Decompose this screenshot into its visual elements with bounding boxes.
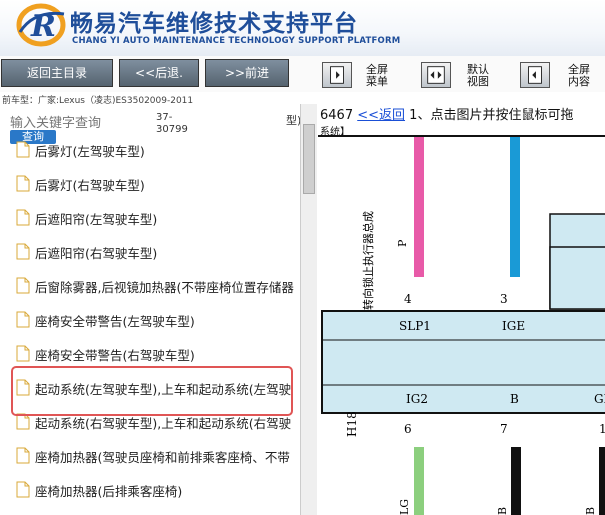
pin-number-4: 4 bbox=[404, 292, 412, 306]
component-id: H18 bbox=[345, 411, 359, 437]
app-header: R 畅易汽车维修技术支持平台 CHANG YI AUTO MAINTENANCE… bbox=[0, 0, 605, 56]
document-icon bbox=[16, 141, 30, 158]
pin-name-slp1: SLP1 bbox=[399, 319, 431, 333]
pin-number-1: 1 bbox=[599, 422, 605, 436]
brand-title: 畅易汽车维修技术支持平台 bbox=[70, 11, 358, 37]
wire-green bbox=[414, 447, 424, 515]
list-item-label: 后遮阳帘(右驾驶车型) bbox=[35, 246, 158, 261]
component-name: 转向锁止执行器总成 bbox=[361, 211, 375, 310]
connector-box-right-lower bbox=[549, 246, 605, 310]
wire-label-p: P bbox=[396, 239, 409, 247]
list-item-label: 座椅安全带警告(左驾驶车型) bbox=[35, 314, 195, 329]
wiring-diagram[interactable]: P 4 3 SLP1 IGE 转向锁止执行器总成 H18 IG2 B GN 6 … bbox=[318, 137, 605, 515]
document-icon bbox=[16, 175, 30, 192]
pin-name-gn: GN bbox=[594, 392, 605, 406]
wire-label-lg: LG bbox=[398, 499, 411, 515]
list-item[interactable]: 座椅安全带警告(右驾驶车型) bbox=[0, 336, 300, 370]
left-scrollbar[interactable] bbox=[300, 104, 317, 515]
page-number: 6467 bbox=[320, 108, 354, 123]
list-item-label: 座椅安全带警告(右驾驶车型) bbox=[35, 348, 195, 363]
pin-name-b: B bbox=[510, 392, 519, 406]
wire-pink bbox=[414, 137, 424, 277]
wire-black-2 bbox=[599, 447, 605, 515]
logo-letter: R bbox=[30, 9, 56, 44]
content-header: 6467 <<返回 1、点击图片并按住鼠标可拖 bbox=[320, 104, 573, 123]
fullscreen-content-button[interactable] bbox=[520, 62, 550, 88]
pin-name-ig2: IG2 bbox=[406, 392, 428, 406]
pin-number-7: 7 bbox=[500, 422, 508, 436]
back-button[interactable]: <<后退. bbox=[119, 59, 199, 87]
list-item-label: 座椅加热器(驾驶员座椅和前排乘客座椅、不带 bbox=[35, 450, 290, 465]
truncated-text: 型) bbox=[286, 114, 300, 127]
default-view-icon bbox=[427, 66, 445, 84]
default-view-button[interactable] bbox=[421, 62, 451, 88]
list-item-label: 后雾灯(右驾驶车型) bbox=[35, 178, 145, 193]
list-item[interactable]: 座椅安全带警告(左驾驶车型) bbox=[0, 302, 300, 336]
document-icon bbox=[16, 209, 30, 226]
fullscreen-content-label: 全屏 内容 bbox=[568, 63, 590, 88]
list-item[interactable]: 后雾灯(左驾驶车型) bbox=[0, 132, 300, 166]
left-panel: 查询 37-30799 型) 后雾灯(左驾驶车型) 后雾灯(右驾驶车型) 后遮阳… bbox=[0, 104, 300, 515]
list-item[interactable]: 座椅加热器(驾驶员座椅和前排乘客座椅、不带 bbox=[0, 438, 300, 472]
fullscreen-menu-button[interactable] bbox=[322, 62, 352, 88]
list-item-label: 座椅加热器(后排乘客座椅) bbox=[35, 484, 183, 499]
list-item[interactable]: 后雾灯(右驾驶车型) bbox=[0, 166, 300, 200]
pin-number-6: 6 bbox=[404, 422, 412, 436]
wire-black-1 bbox=[511, 447, 521, 515]
brand-subtitle: CHANG YI AUTO MAINTENANCE TECHNOLOGY SUP… bbox=[72, 36, 401, 46]
toolbar: 返回主目录 <<后退. >>前进 全屏 菜单 默认 视图 全屏 内容 bbox=[0, 56, 605, 92]
list-item[interactable]: 后遮阳帘(左驾驶车型) bbox=[0, 200, 300, 234]
wire-blue bbox=[510, 137, 520, 277]
list-item-label: 后遮阳帘(左驾驶车型) bbox=[35, 212, 158, 227]
list-item[interactable]: 后遮阳帘(右驾驶车型) bbox=[0, 234, 300, 268]
fullscreen-menu-label: 全屏 菜单 bbox=[366, 63, 388, 88]
default-view-label: 默认 视图 bbox=[467, 63, 489, 88]
fullscreen-menu-icon bbox=[330, 66, 344, 84]
document-icon bbox=[16, 447, 30, 464]
forward-button[interactable]: >>前进 bbox=[205, 59, 289, 87]
document-icon bbox=[16, 311, 30, 328]
list-item-label: 后窗除雾器,后视镜加热器(不带座椅位置存储器 bbox=[35, 280, 294, 295]
list-item[interactable]: 后窗除雾器,后视镜加热器(不带座椅位置存储器 bbox=[0, 268, 300, 302]
component-box bbox=[321, 310, 605, 414]
selection-highlight bbox=[11, 366, 293, 416]
fullscreen-content-icon bbox=[528, 66, 542, 84]
logo-icon: R bbox=[16, 3, 66, 47]
list-item-label: 后雾灯(左驾驶车型) bbox=[35, 144, 145, 159]
instruction-text: 1、点击图片并按住鼠标可拖 bbox=[409, 108, 574, 123]
pin-name-ige: IGE bbox=[502, 319, 525, 333]
document-icon bbox=[16, 243, 30, 260]
list-item[interactable]: 座椅加热器(后排乘客座椅) bbox=[0, 472, 300, 506]
wire-label-b2: B bbox=[584, 507, 597, 515]
document-icon bbox=[16, 481, 30, 498]
scrollbar-thumb[interactable] bbox=[303, 124, 315, 194]
wire-label-b1: B bbox=[496, 507, 509, 515]
home-button[interactable]: 返回主目录 bbox=[1, 59, 113, 87]
pin-number-3: 3 bbox=[500, 292, 508, 306]
content-panel: 6467 <<返回 1、点击图片并按住鼠标可拖 系统】 P 4 3 SLP1 I… bbox=[318, 104, 605, 515]
document-icon bbox=[16, 277, 30, 294]
back-link[interactable]: <<返回 bbox=[357, 108, 405, 123]
document-icon bbox=[16, 345, 30, 362]
